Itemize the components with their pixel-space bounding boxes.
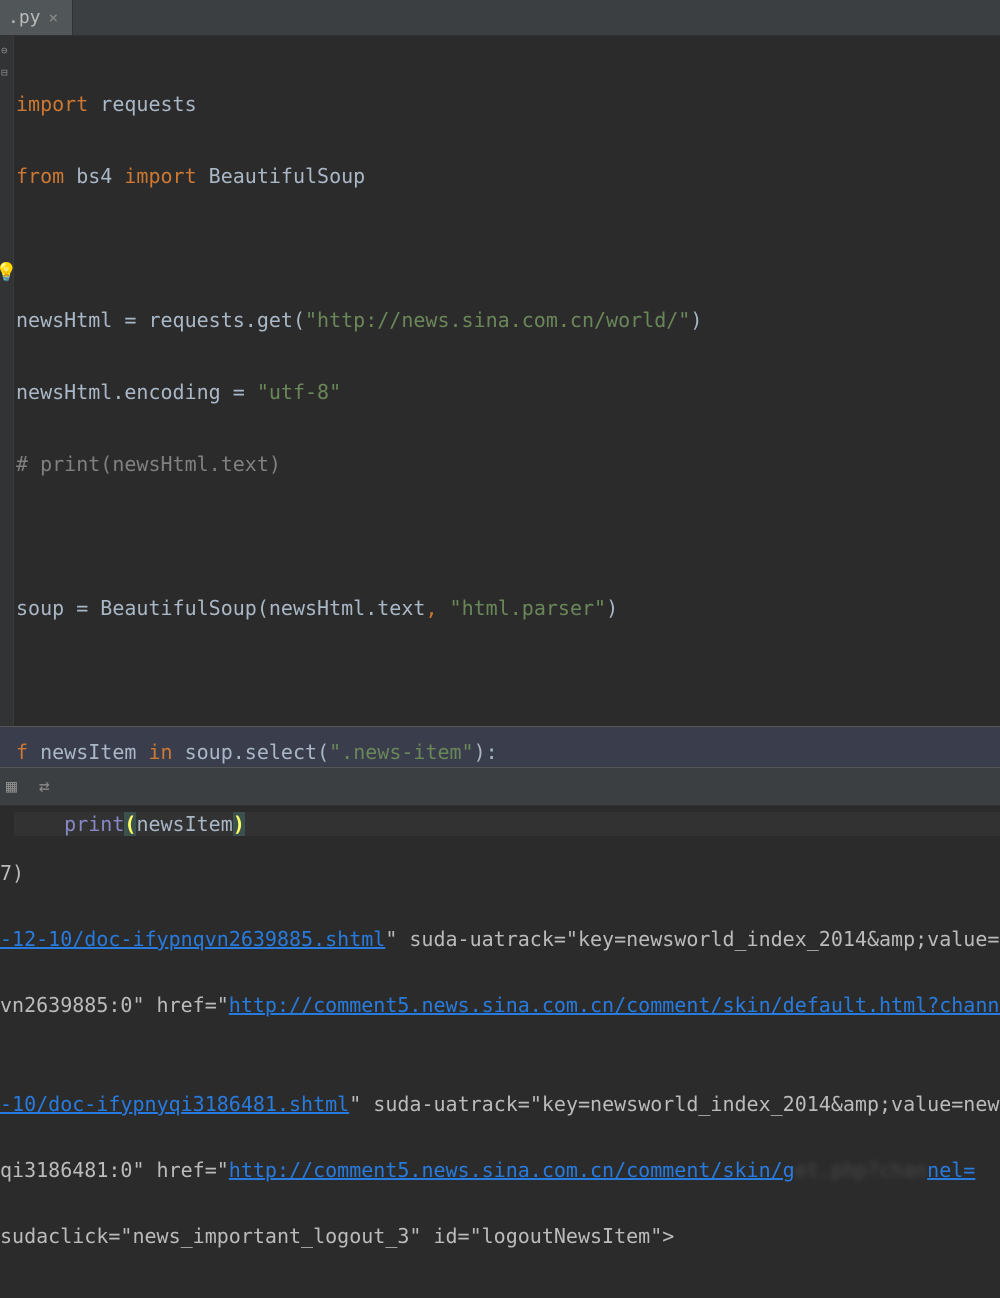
- comment: # print(newsHtml.text): [16, 452, 281, 476]
- keyword: from: [16, 164, 64, 188]
- ident: requests: [136, 308, 244, 332]
- keyword: in: [148, 740, 172, 764]
- tab-bar: .py ×: [0, 0, 1000, 36]
- close-icon[interactable]: ×: [49, 8, 59, 27]
- colon: :: [486, 740, 498, 764]
- fold-arrow-icon[interactable]: ⊟: [1, 66, 8, 79]
- paren: (: [257, 596, 269, 620]
- keyword: import: [124, 164, 196, 188]
- comma: ,: [425, 596, 449, 620]
- indent: [16, 812, 64, 836]
- builtin: print: [64, 812, 124, 836]
- output-link[interactable]: -12-10/doc-ifypnqvn2639885.shtml: [0, 927, 385, 951]
- op: =: [124, 308, 136, 332]
- ident: requests: [88, 92, 196, 116]
- gutter: ⊖ ⊟ 💡: [0, 36, 14, 726]
- fold-arrow-icon[interactable]: ⊖: [1, 44, 8, 57]
- output-text: " suda-uatrack="key=newsworld_index_2014…: [349, 1092, 1000, 1116]
- keyword: f: [16, 740, 28, 764]
- paren: ): [690, 308, 702, 332]
- paren: (: [317, 740, 329, 764]
- keyword: import: [16, 92, 88, 116]
- ident: newsHtml.encoding: [16, 380, 233, 404]
- code-editor[interactable]: import requests from bs4 import Beautifu…: [14, 36, 1000, 726]
- string: "http://news.sina.com.cn/world/": [305, 308, 690, 332]
- output-link[interactable]: -10/doc-ifypnyqi3186481.shtml: [0, 1092, 349, 1116]
- output-text: sudaclick="news_important_logout_3" id="…: [0, 1224, 674, 1248]
- ident: newsHtml: [16, 308, 124, 332]
- file-tab[interactable]: .py ×: [0, 0, 73, 35]
- string: ".news-item": [329, 740, 474, 764]
- string: "html.parser": [450, 596, 607, 620]
- ident: soup.select: [173, 740, 318, 764]
- ident: BeautifulSoup: [88, 596, 257, 620]
- ident: bs4: [64, 164, 124, 188]
- paren: ): [474, 740, 486, 764]
- output-text: " suda-uatrack="key=newsworld_index_2014…: [385, 927, 1000, 951]
- op: =: [233, 380, 245, 404]
- output-link[interactable]: nel=: [927, 1158, 975, 1182]
- paren-highlight: ): [233, 812, 245, 836]
- output-link[interactable]: http://comment5.news.sina.com.cn/comment…: [229, 1158, 795, 1182]
- ident: newsItem: [136, 812, 232, 836]
- ident: newsHtml.text: [269, 596, 426, 620]
- ident: newsItem: [28, 740, 148, 764]
- blurred-text: et.php?chan: [795, 1158, 927, 1182]
- op: =: [76, 596, 88, 620]
- tab-label: .py: [8, 7, 41, 29]
- editor-area: ⊖ ⊟ 💡 import requests from bs4 import Be…: [0, 36, 1000, 726]
- paren-highlight: (: [124, 812, 136, 836]
- output-link[interactable]: http://comment5.news.sina.com.cn/comment…: [229, 993, 1000, 1017]
- output-text: qi3186481:0" href=": [0, 1158, 229, 1182]
- ident: BeautifulSoup: [197, 164, 366, 188]
- string: "utf-8": [245, 380, 341, 404]
- ident: soup: [16, 596, 76, 620]
- paren: (: [293, 308, 305, 332]
- ident: .get: [245, 308, 293, 332]
- paren: ): [606, 596, 618, 620]
- output-text: vn2639885:0" href=": [0, 993, 229, 1017]
